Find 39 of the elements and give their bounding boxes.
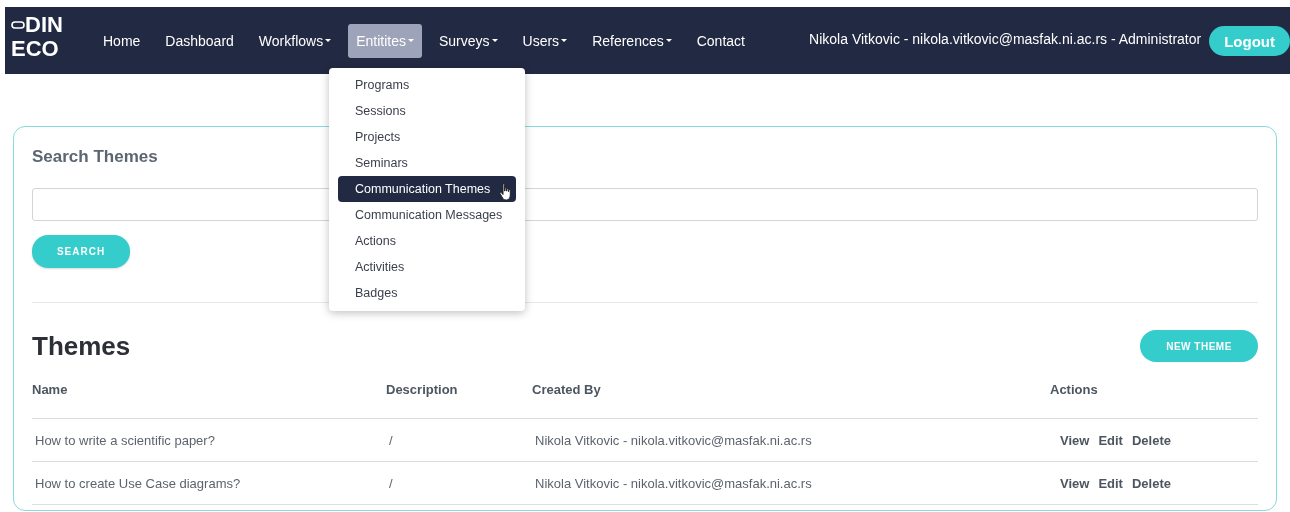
nav-link[interactable]: References: [584, 23, 680, 58]
action-link[interactable]: View: [1060, 475, 1090, 491]
action-link[interactable]: Delete: [1131, 475, 1171, 491]
table-cell-text: How to write a scientific paper?: [34, 432, 216, 448]
page-title: Themes: [32, 330, 131, 362]
menu-item[interactable]: Programs: [338, 72, 516, 98]
column-header: Created By: [532, 382, 602, 397]
action-link[interactable]: View: [1060, 432, 1090, 448]
nav-link[interactable]: Users: [514, 23, 576, 58]
menu-item[interactable]: Communication Themes: [338, 176, 516, 202]
table-cell-text: How to create Use Case diagrams?: [34, 475, 242, 491]
hand-pointer-icon: [499, 183, 513, 201]
menu-item[interactable]: Seminars: [338, 150, 516, 176]
table-cell-text: Nikola Vitkovic - nikola.vitkovic@masfak.ni.ac.rs: [534, 475, 813, 491]
menu-item[interactable]: Actions: [338, 228, 516, 254]
menu-item[interactable]: Sessions: [338, 98, 516, 124]
menu-item[interactable]: Projects: [338, 124, 516, 150]
nav-link[interactable]: Workflows: [250, 23, 340, 58]
column-header: Description: [386, 382, 459, 397]
nav-link[interactable]: Contact: [688, 23, 753, 58]
menu-item[interactable]: Activities: [338, 254, 516, 280]
column-header: Name: [32, 382, 69, 397]
table-cell-text: /: [388, 475, 394, 491]
menu-item[interactable]: Communication Messages: [338, 202, 516, 228]
table-cell-text: Nikola Vitkovic - nikola.vitkovic@masfak.ni.ac.rs: [534, 432, 813, 448]
action-link[interactable]: Edit: [1098, 432, 1123, 448]
logo-text: DIN: [25, 12, 63, 37]
action-link[interactable]: Edit: [1098, 475, 1123, 491]
nav-link[interactable]: Dashboard: [157, 23, 242, 58]
nav-link[interactable]: Surveys: [431, 23, 506, 58]
column-header: Actions: [1050, 382, 1099, 397]
table-cell-text: /: [388, 432, 394, 448]
nav-link[interactable]: Home: [95, 23, 149, 58]
user-info: Nikola Vitkovic - nikola.vitkovic@masfak.ni.ac.rs - Administrator: [809, 30, 1202, 47]
menu-item[interactable]: Badges: [338, 280, 516, 306]
section-title: Search Themes: [32, 147, 158, 167]
action-link[interactable]: Delete: [1131, 432, 1171, 448]
link-icon: [11, 19, 25, 30]
logo-text: ECO: [11, 36, 60, 61]
